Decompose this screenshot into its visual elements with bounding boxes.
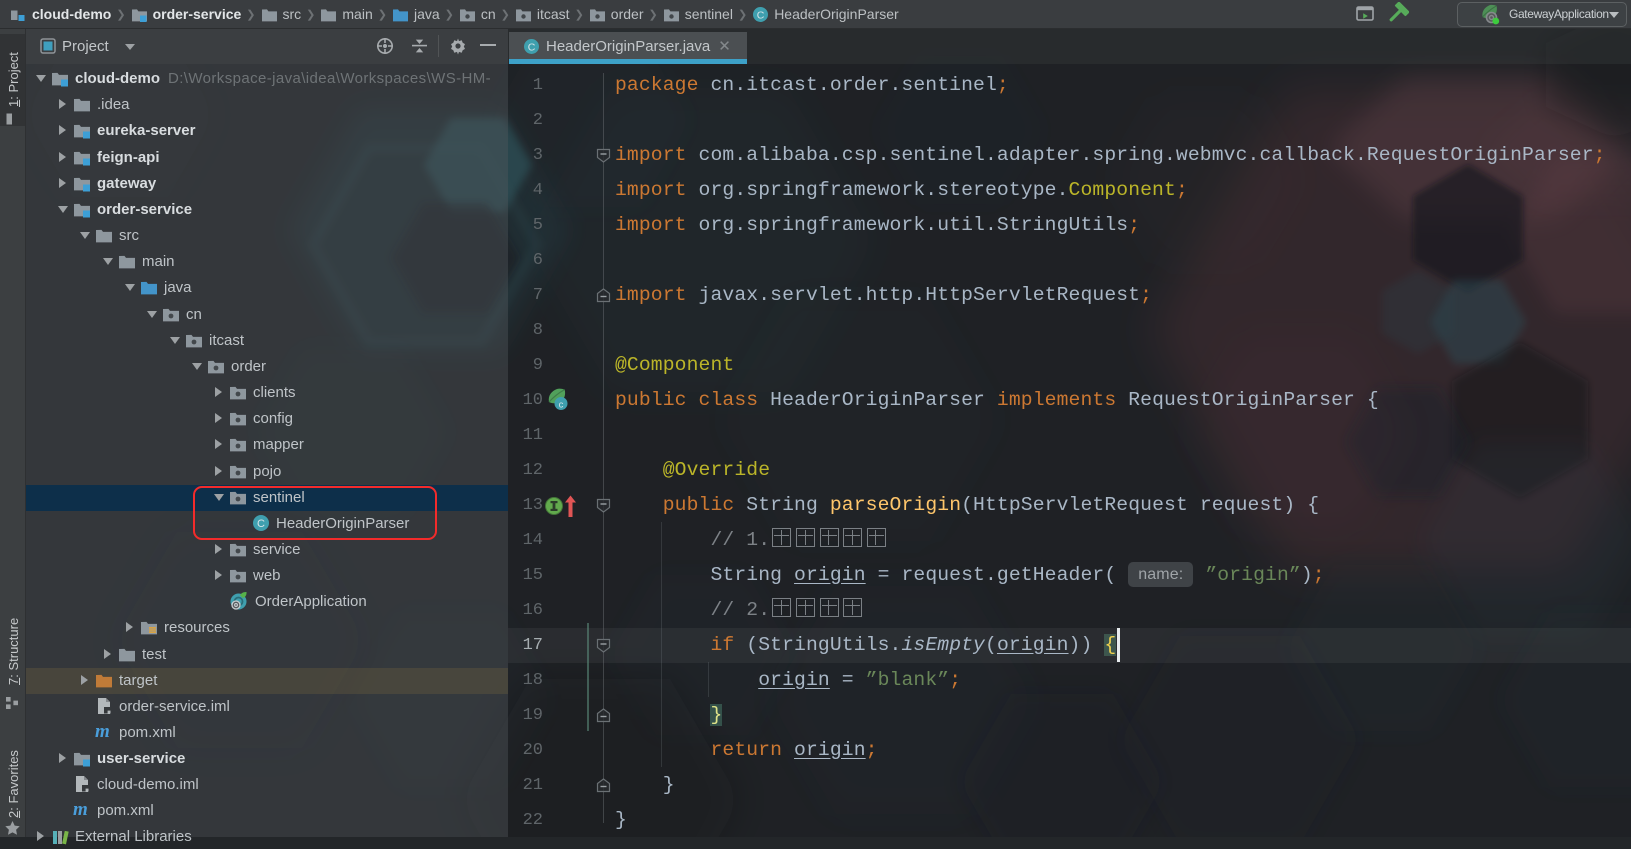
svg-text:C: C — [528, 41, 536, 53]
svg-text:c: c — [559, 400, 564, 411]
svg-text:C: C — [757, 9, 765, 21]
